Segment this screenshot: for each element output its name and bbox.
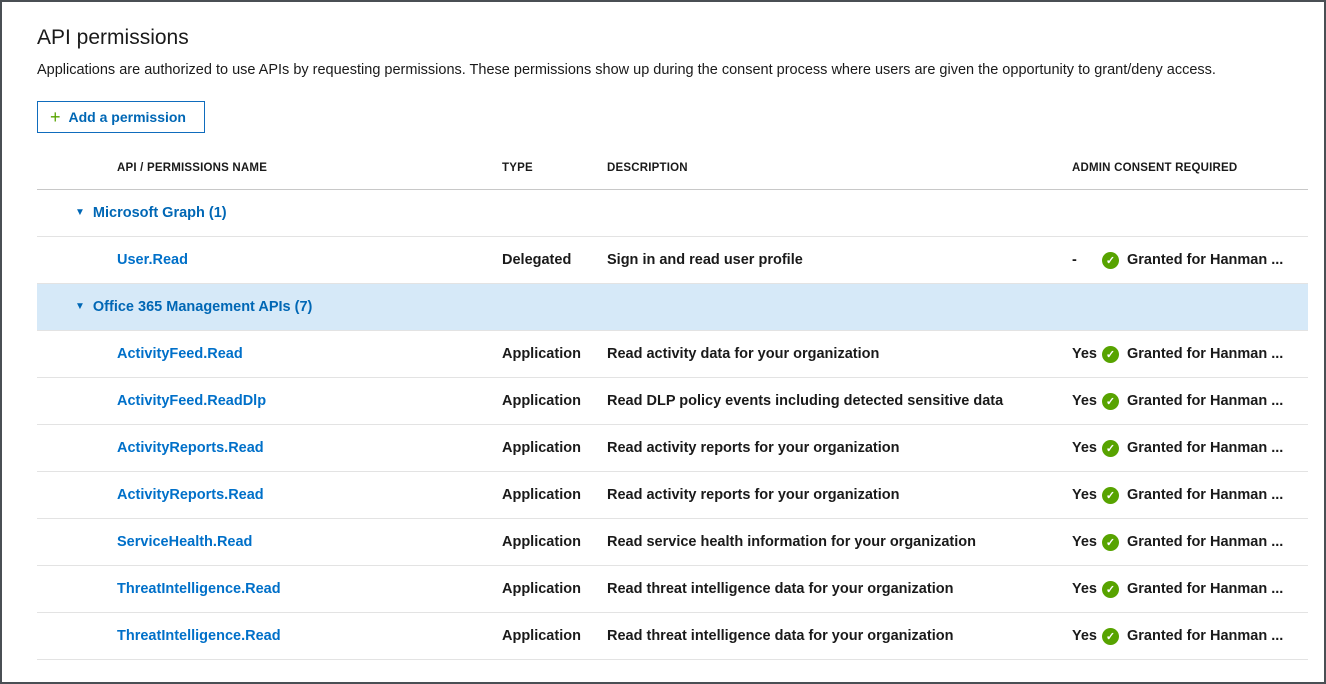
permission-type: Delegated	[502, 252, 607, 268]
grant-status: Granted for Hanman ...	[1127, 534, 1283, 550]
permission-name-link[interactable]: ActivityFeed.Read	[117, 346, 243, 362]
permission-description: Read DLP policy events including detecte…	[607, 393, 1072, 409]
group-name-link[interactable]: Office 365 Management APIs (7)	[93, 299, 312, 315]
granted-check-icon: ✓	[1102, 393, 1119, 410]
admin-consent-value: -	[1072, 252, 1102, 268]
permission-name-link[interactable]: ThreatIntelligence.Read	[117, 628, 281, 644]
permission-description: Read activity reports for your organizat…	[607, 440, 1072, 456]
column-header-description: DESCRIPTION	[607, 162, 1072, 174]
permission-name-link[interactable]: ActivityFeed.ReadDlp	[117, 393, 266, 409]
grant-status: Granted for Hanman ...	[1127, 581, 1283, 597]
page-description: Applications are authorized to use APIs …	[37, 60, 1292, 81]
admin-consent-value: Yes	[1072, 581, 1102, 597]
permission-type: Application	[502, 628, 607, 644]
column-header-api-permissions-name: API / PERMISSIONS NAME	[37, 162, 502, 174]
column-header-type: TYPE	[502, 162, 607, 174]
permission-description: Read service health information for your…	[607, 534, 1072, 550]
table-row[interactable]: ThreatIntelligence.Read Application Read…	[37, 566, 1308, 613]
group-row-office-365-management-apis[interactable]: ▼ Office 365 Management APIs (7)	[37, 284, 1308, 331]
permission-description: Read threat intelligence data for your o…	[607, 581, 1072, 597]
group-cell: ▼ Microsoft Graph (1)	[37, 205, 502, 221]
collapse-triangle-icon[interactable]: ▼	[75, 302, 85, 312]
group-name-link[interactable]: Microsoft Graph (1)	[93, 205, 227, 221]
grant-status: Granted for Hanman ...	[1127, 252, 1283, 268]
add-permission-label: Add a permission	[69, 109, 186, 125]
table-row[interactable]: User.Read Delegated Sign in and read use…	[37, 237, 1308, 284]
page-title: API permissions	[37, 26, 1308, 50]
table-row[interactable]: ThreatIntelligence.Read Application Read…	[37, 613, 1308, 660]
grant-status: Granted for Hanman ...	[1127, 440, 1283, 456]
permission-type: Application	[502, 440, 607, 456]
permission-type: Application	[502, 534, 607, 550]
permission-name-link[interactable]: User.Read	[117, 252, 188, 268]
permission-name-link[interactable]: ActivityReports.Read	[117, 440, 264, 456]
permissions-table: API / PERMISSIONS NAME TYPE DESCRIPTION …	[37, 147, 1308, 660]
granted-check-icon: ✓	[1102, 346, 1119, 363]
admin-consent-value: Yes	[1072, 534, 1102, 550]
admin-consent-value: Yes	[1072, 628, 1102, 644]
add-permission-button[interactable]: + Add a permission	[37, 101, 205, 133]
permission-description: Read activity data for your organization	[607, 346, 1072, 362]
granted-check-icon: ✓	[1102, 252, 1119, 269]
grant-status: Granted for Hanman ...	[1127, 346, 1283, 362]
permission-type: Application	[502, 346, 607, 362]
table-row[interactable]: ActivityReports.Read Application Read ac…	[37, 472, 1308, 519]
granted-check-icon: ✓	[1102, 628, 1119, 645]
group-cell: ▼ Office 365 Management APIs (7)	[37, 299, 502, 315]
table-row[interactable]: ActivityFeed.Read Application Read activ…	[37, 331, 1308, 378]
admin-consent-value: Yes	[1072, 487, 1102, 503]
granted-check-icon: ✓	[1102, 581, 1119, 598]
page-frame: API permissions Applications are authori…	[0, 0, 1326, 684]
admin-consent-value: Yes	[1072, 440, 1102, 456]
permission-name-link[interactable]: ThreatIntelligence.Read	[117, 581, 281, 597]
api-permissions-panel: API permissions Applications are authori…	[2, 2, 1324, 660]
table-row[interactable]: ServiceHealth.Read Application Read serv…	[37, 519, 1308, 566]
permission-description: Sign in and read user profile	[607, 252, 1072, 268]
permission-description: Read threat intelligence data for your o…	[607, 628, 1072, 644]
granted-check-icon: ✓	[1102, 440, 1119, 457]
granted-check-icon: ✓	[1102, 534, 1119, 551]
permission-description: Read activity reports for your organizat…	[607, 487, 1072, 503]
grant-status: Granted for Hanman ...	[1127, 628, 1283, 644]
grant-status: Granted for Hanman ...	[1127, 487, 1283, 503]
collapse-triangle-icon[interactable]: ▼	[75, 208, 85, 218]
table-row[interactable]: ActivityReports.Read Application Read ac…	[37, 425, 1308, 472]
add-icon: +	[50, 108, 61, 126]
grant-status: Granted for Hanman ...	[1127, 393, 1283, 409]
granted-check-icon: ✓	[1102, 487, 1119, 504]
admin-consent-value: Yes	[1072, 393, 1102, 409]
column-header-admin-consent-required: ADMIN CONSENT REQUIRED	[1072, 162, 1304, 174]
table-row[interactable]: ActivityFeed.ReadDlp Application Read DL…	[37, 378, 1308, 425]
permission-name-link[interactable]: ServiceHealth.Read	[117, 534, 252, 550]
permission-type: Application	[502, 581, 607, 597]
group-row-microsoft-graph[interactable]: ▼ Microsoft Graph (1)	[37, 190, 1308, 237]
permission-type: Application	[502, 487, 607, 503]
admin-consent-value: Yes	[1072, 346, 1102, 362]
permission-name-link[interactable]: ActivityReports.Read	[117, 487, 264, 503]
permission-type: Application	[502, 393, 607, 409]
table-header-row: API / PERMISSIONS NAME TYPE DESCRIPTION …	[37, 147, 1308, 190]
